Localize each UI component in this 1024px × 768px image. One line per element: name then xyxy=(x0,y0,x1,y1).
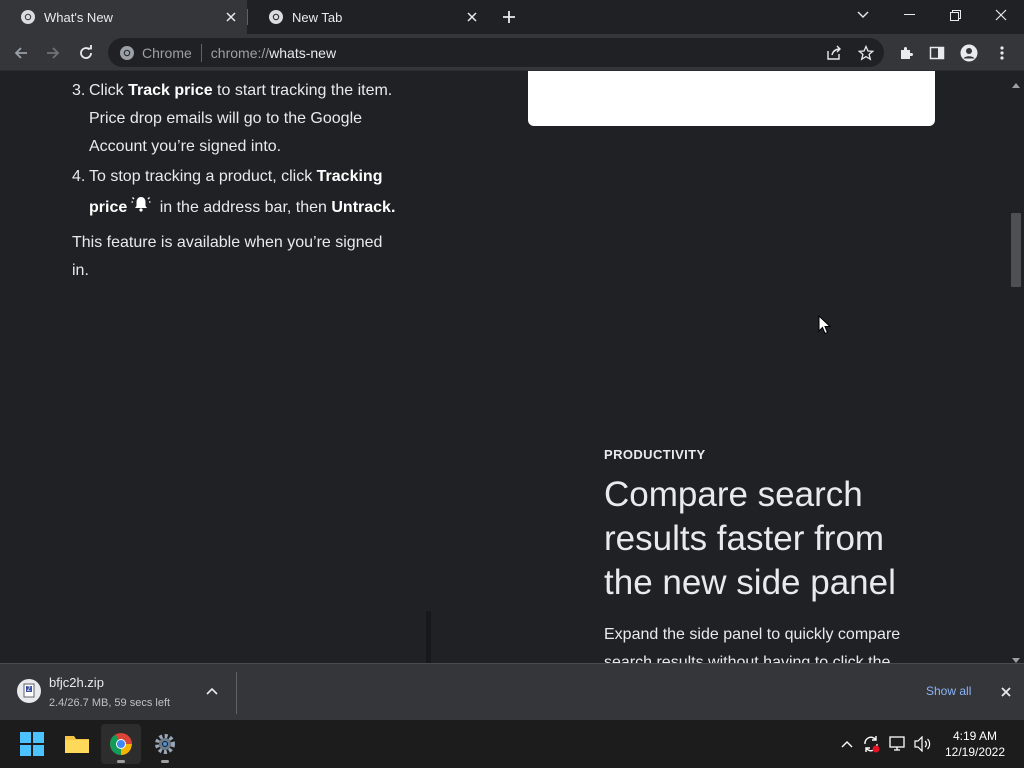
share-icon[interactable] xyxy=(826,45,842,61)
extensions-button[interactable] xyxy=(893,40,919,66)
content-divider xyxy=(426,611,431,663)
new-tab-button[interactable] xyxy=(498,6,520,28)
minimize-icon xyxy=(903,14,915,15)
restore-icon xyxy=(949,9,961,21)
omnibox-separator xyxy=(200,43,202,62)
folder-icon xyxy=(65,736,89,753)
mouse-cursor-icon xyxy=(818,314,832,340)
active-app-indicator xyxy=(117,760,125,763)
close-window-button[interactable] xyxy=(978,0,1024,30)
arrow-left-icon xyxy=(14,47,27,59)
start-button[interactable] xyxy=(12,724,52,764)
tab-search-button[interactable] xyxy=(840,0,886,30)
bell-alert-icon xyxy=(131,194,151,225)
list-item: 3. Click Track price to start tracking t… xyxy=(72,77,402,161)
scrollbar-thumb[interactable] xyxy=(1011,213,1021,287)
clock-time: 4:19 AM xyxy=(952,729,998,743)
tab-close-icon[interactable] xyxy=(464,9,480,25)
chrome-logo-icon xyxy=(110,733,132,755)
tab-title: New Tab xyxy=(292,9,343,25)
origin-chip: Chrome xyxy=(142,44,192,61)
step-text: Click xyxy=(89,82,129,99)
page-scrollbar[interactable] xyxy=(1008,71,1024,663)
minimize-button[interactable] xyxy=(886,0,932,30)
section-body: Expand the side panel to quickly compare… xyxy=(604,626,901,663)
download-menu-button[interactable] xyxy=(203,682,221,700)
url-scheme: chrome:// xyxy=(210,44,270,61)
page-content: 3. Click Track price to start tracking t… xyxy=(0,71,1008,663)
step-number: 3. xyxy=(72,82,86,99)
svg-text:Z: Z xyxy=(27,687,31,693)
scroll-down-arrow-icon[interactable] xyxy=(1012,651,1020,663)
step-text: in the address bar, then xyxy=(155,199,332,216)
gear-icon xyxy=(155,734,175,754)
clock-date: 12/19/2022 xyxy=(944,745,1006,759)
windows-logo-icon xyxy=(20,732,44,756)
chrome-logo-icon xyxy=(119,45,135,61)
tab-new-tab[interactable]: New Tab xyxy=(248,0,488,34)
chrome-taskbar-button[interactable] xyxy=(101,724,141,764)
kebab-menu-icon xyxy=(1000,46,1004,60)
download-item-divider xyxy=(236,672,237,714)
chevron-up-icon xyxy=(841,741,853,748)
tab-strip: What's New New Tab xyxy=(0,0,1024,34)
close-shelf-button[interactable] xyxy=(997,683,1015,701)
running-app-indicator xyxy=(161,760,169,763)
settings-taskbar-button[interactable] xyxy=(145,724,185,764)
forward-button[interactable] xyxy=(40,40,66,66)
restore-button[interactable] xyxy=(932,0,978,30)
step-number: 4. xyxy=(72,168,86,185)
signed-in-note: This feature is available when you’re si… xyxy=(72,234,383,279)
reload-button[interactable] xyxy=(73,40,99,66)
section-eyebrow: PRODUCTIVITY xyxy=(604,447,706,462)
windows-taskbar: 4:19 AM 12/19/2022 xyxy=(0,720,1024,768)
section-headline: Compare search results faster from the n… xyxy=(604,475,896,602)
tab-title: What's New xyxy=(44,9,113,25)
profile-button[interactable] xyxy=(956,40,982,66)
puzzle-icon xyxy=(901,47,913,59)
download-filename[interactable]: bfjc2h.zip xyxy=(49,675,104,690)
reload-icon xyxy=(80,45,92,59)
instructions-list: 3. Click Track price to start tracking t… xyxy=(72,77,402,225)
tab-whats-new[interactable]: What's New xyxy=(0,0,247,34)
download-status: 2.4/26.7 MB, 59 secs left xyxy=(49,697,171,709)
sync-status-icon[interactable] xyxy=(861,734,881,754)
url-path: whats-new xyxy=(269,44,337,61)
close-icon xyxy=(995,9,1007,21)
show-hidden-icons-button[interactable] xyxy=(837,734,857,754)
volume-icon[interactable] xyxy=(913,734,933,754)
bookmark-star-icon[interactable] xyxy=(858,44,874,61)
zip-file-icon: Z xyxy=(16,678,41,704)
chrome-favicon-icon xyxy=(20,9,36,25)
avatar-icon xyxy=(960,44,978,62)
chevron-up-icon xyxy=(206,687,218,695)
system-clock[interactable]: 4:19 AM 12/19/2022 xyxy=(940,728,1010,760)
feature-illustration-card xyxy=(528,71,935,126)
close-icon xyxy=(1001,687,1011,697)
step-text: To stop tracking a product, click xyxy=(89,168,317,185)
step-bold-text: Untrack. xyxy=(331,199,396,216)
chrome-favicon-icon xyxy=(268,9,284,25)
scroll-up-arrow-icon[interactable] xyxy=(1012,75,1020,88)
address-bar[interactable]: Chrome chrome:// whats-new xyxy=(108,38,884,67)
browser-toolbar: Chrome chrome:// whats-new xyxy=(0,34,1024,71)
tab-close-icon[interactable] xyxy=(223,9,239,25)
side-panel-button[interactable] xyxy=(924,40,950,66)
back-button[interactable] xyxy=(8,40,34,66)
file-explorer-button[interactable] xyxy=(57,724,97,764)
download-shelf: Z bfjc2h.zip 2.4/26.7 MB, 59 secs left S… xyxy=(0,663,1024,720)
show-all-link[interactable]: Show all xyxy=(926,684,971,698)
chevron-down-icon xyxy=(857,11,869,18)
list-item: 4. To stop tracking a product, click Tra… xyxy=(72,161,402,225)
plus-icon xyxy=(503,11,515,23)
step-bold-text: Track price xyxy=(128,82,213,99)
chrome-menu-button[interactable] xyxy=(989,40,1015,66)
arrow-right-icon xyxy=(47,47,60,59)
network-icon[interactable] xyxy=(888,734,908,754)
side-panel-icon xyxy=(929,46,945,60)
